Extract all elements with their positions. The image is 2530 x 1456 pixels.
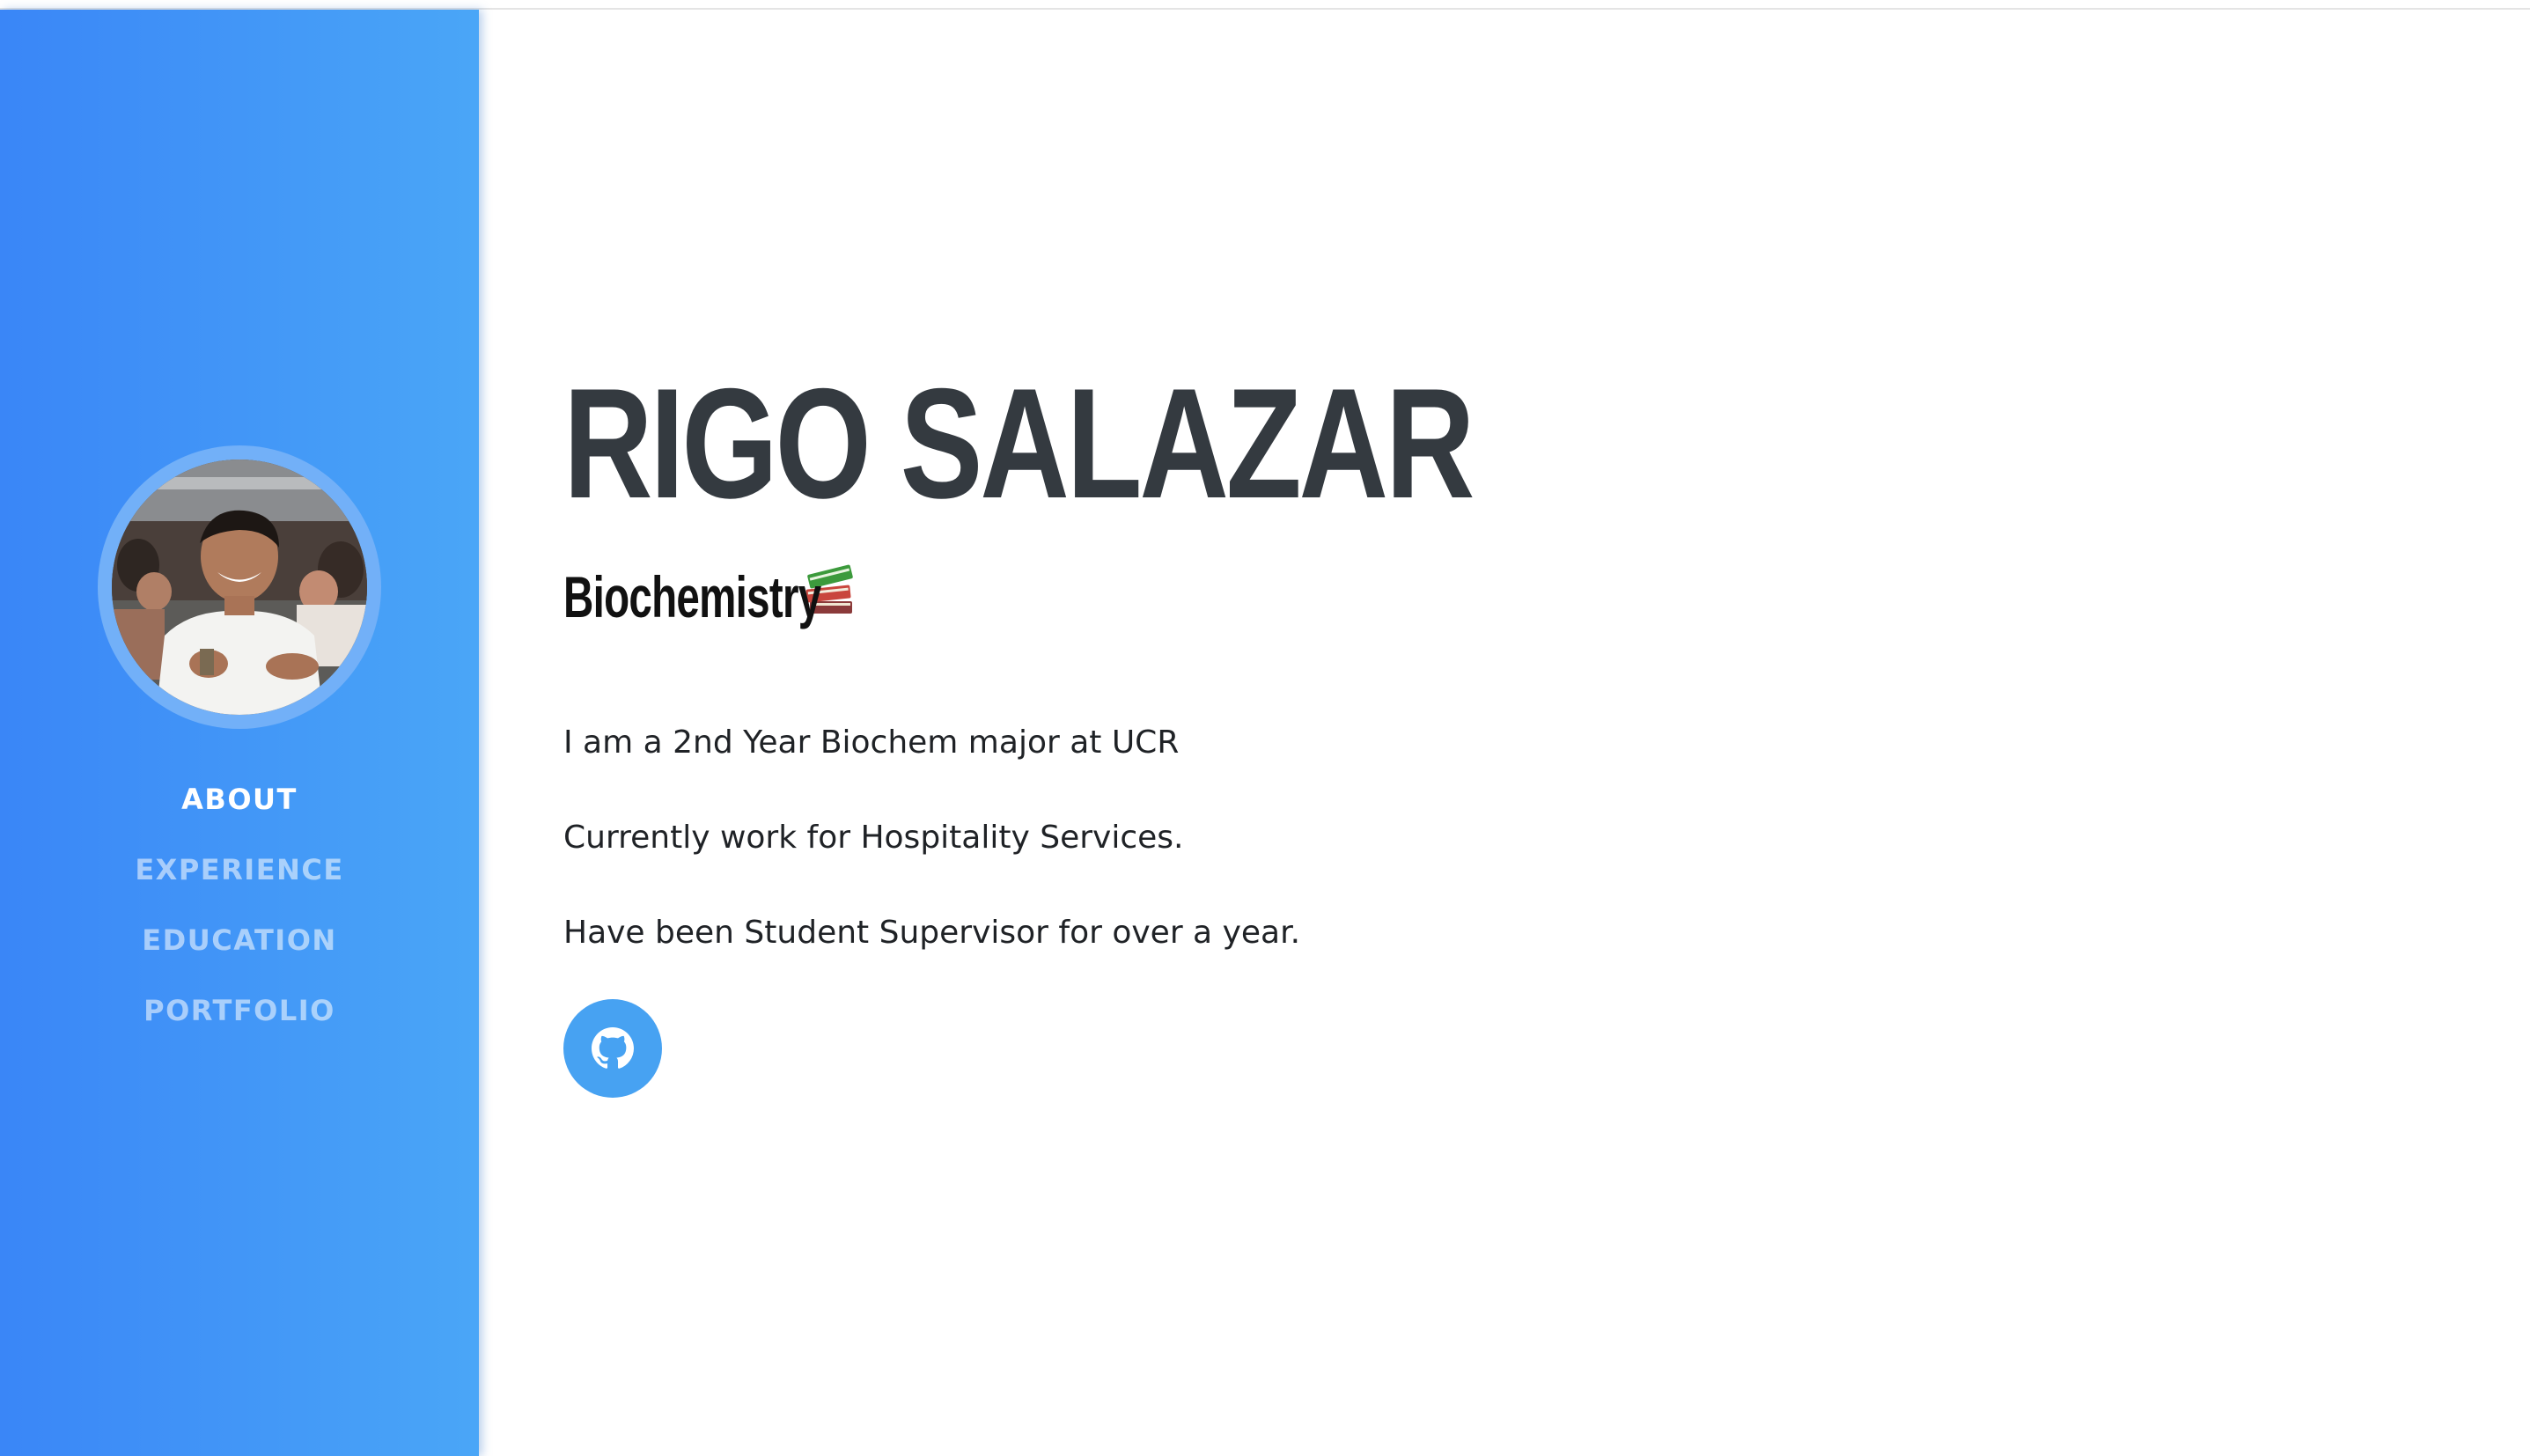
about-paragraph: I am a 2nd Year Biochem major at UCR xyxy=(563,724,1180,761)
github-button[interactable] xyxy=(563,999,662,1098)
sidebar-nav: ABOUT EXPERIENCE EDUCATION PORTFOLIO xyxy=(0,768,479,1050)
avatar-ring xyxy=(98,445,381,729)
nav-item-about[interactable]: ABOUT xyxy=(0,768,479,839)
nav-item-experience[interactable]: EXPERIENCE xyxy=(0,839,479,909)
nav-item-education[interactable]: EDUCATION xyxy=(0,909,479,980)
about-paragraph: Have been Student Supervisor for over a … xyxy=(563,915,1301,951)
avatar xyxy=(112,460,367,715)
subtitle: Biochemistry xyxy=(563,556,856,632)
subtitle-text: Biochemistry xyxy=(563,563,821,629)
page-top-border xyxy=(0,0,2530,10)
sidebar: ABOUT EXPERIENCE EDUCATION PORTFOLIO xyxy=(0,10,479,1456)
nav-item-portfolio[interactable]: PORTFOLIO xyxy=(0,980,479,1050)
about-paragraph: Currently work for Hospitality Services. xyxy=(563,820,1184,856)
github-icon xyxy=(592,1027,634,1069)
page-title: RIGO SALAZAR xyxy=(563,356,1475,531)
avatar-photo xyxy=(112,460,367,715)
